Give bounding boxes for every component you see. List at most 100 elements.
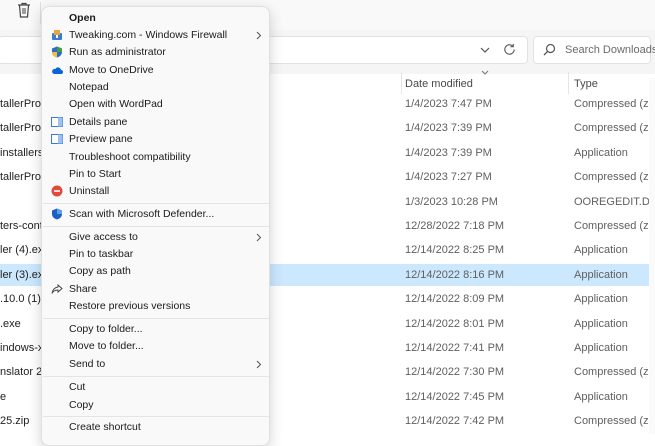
date-cell: 12/14/2022 7:41 PM [405,342,505,354]
type-cell: Application [574,293,628,306]
type-cell: Application [574,390,628,403]
menu-item-label: Troubleshoot compatibility [69,151,191,163]
menu-item-give-access-to[interactable]: Give access to [42,229,271,246]
column-divider[interactable] [401,72,402,94]
menu-item-troubleshoot-compatibility[interactable]: Troubleshoot compatibility [42,149,271,166]
menu-item-label: Run as administrator [69,46,166,58]
menu-item-label: Move to OneDrive [69,64,154,76]
details-pane-icon [51,117,63,127]
date-cell: 12/14/2022 8:25 PM [405,244,505,257]
menu-item-move-to-folder[interactable]: Move to folder... [42,338,271,355]
menu-item-run-as-administrator[interactable]: Run as administrator [42,44,271,61]
menu-item-label: Create shortcut [69,421,141,433]
preview-pane-icon [51,134,63,144]
menu-item-label: Copy to folder... [69,323,143,335]
type-cell: Application [574,244,628,257]
menu-item-pin-to-taskbar[interactable]: Pin to taskbar [42,246,271,263]
type-cell: Application [574,146,628,159]
refresh-icon[interactable] [502,42,517,57]
date-cell: 1/4/2023 7:39 PM [405,122,492,135]
context-menu: Open Tweaking.com - Windows Firewall Run… [41,6,270,446]
menu-item-label: Preview pane [69,133,133,145]
date-cell: 1/3/2023 10:28 PM [405,195,498,208]
type-cell: OOREGEDIT.Docu [574,195,655,208]
menu-item-details-pane[interactable]: Details pane [42,114,271,131]
onedrive-cloud-icon [52,67,63,74]
menu-item-label: Send to [69,358,106,370]
menu-separator [43,203,270,204]
date-cell: 1/4/2023 7:39 PM [405,146,492,159]
column-header-type[interactable]: Type [574,78,598,90]
menu-item-scan-with-defender[interactable]: Scan with Microsoft Defender... [42,206,271,223]
type-cell: Application [574,268,628,281]
menu-item-share[interactable]: Share [42,281,271,298]
menu-item-pin-to-start[interactable]: Pin to Start [42,166,271,183]
search-placeholder: Search Downloads [565,44,655,56]
sort-caret-icon [481,70,489,75]
date-cell: 1/4/2023 7:27 PM [405,171,492,184]
defender-shield-icon [52,208,62,220]
file-name-cell: .exe [0,317,21,330]
column-divider[interactable] [568,72,569,94]
menu-item-label: Open with WordPad [69,98,163,110]
menu-item-preview-pane[interactable]: Preview pane [42,131,271,148]
type-cell: Application [574,317,628,330]
menu-item-label: Share [69,283,98,295]
search-icon [543,43,556,56]
date-cell: 1/4/2023 7:47 PM [405,98,492,110]
file-name-cell: 25.zip [0,415,30,428]
menu-item-label: Pin to taskbar [69,248,134,260]
menu-item-open[interactable]: Open [42,10,271,27]
menu-item-label: Notepad [69,81,109,93]
menu-item-notepad[interactable]: Notepad [42,79,271,96]
scrollbar[interactable] [649,78,655,434]
chevron-right-icon [256,360,262,369]
uac-shield-icon [52,46,62,58]
menu-item-label: Move to folder... [69,340,144,352]
menu-item-label: Pin to Start [69,168,121,180]
menu-item-copy-to-folder[interactable]: Copy to folder... [42,321,271,338]
menu-item-copy-as-path[interactable]: Copy as path [42,263,271,280]
menu-item-label: Open [69,12,96,24]
menu-item-cut[interactable]: Cut [42,379,271,396]
type-cell: Compressed (zipp [574,171,655,184]
chevron-right-icon [256,233,262,242]
date-cell: 12/28/2022 7:18 PM [405,220,505,232]
menu-item-move-to-onedrive[interactable]: Move to OneDrive [42,62,271,79]
date-cell: 12/14/2022 8:01 PM [405,317,505,330]
share-icon [51,283,63,294]
file-name-cell: e [0,390,7,403]
chevron-down-icon[interactable] [478,43,492,57]
type-cell: Compressed (zipp [574,98,655,110]
menu-item-label: Scan with Microsoft Defender... [69,208,215,220]
menu-separator [43,416,270,417]
menu-item-label: Restore previous versions [69,300,191,312]
menu-item-label: Cut [69,381,86,393]
menu-item-send-to[interactable]: Send to [42,356,271,373]
menu-item-label: Give access to [69,231,138,243]
date-cell: 12/14/2022 7:42 PM [405,415,505,428]
type-cell: Application [574,342,628,354]
menu-item-copy[interactable]: Copy [42,397,271,414]
type-cell: Compressed (zipp [574,220,655,232]
firewall-icon [52,30,62,40]
date-cell: 12/14/2022 8:16 PM [405,268,505,281]
menu-item-windows-firewall[interactable]: Tweaking.com - Windows Firewall [42,27,271,44]
menu-item-open-with-wordpad[interactable]: Open with WordPad [42,96,271,113]
date-cell: 12/14/2022 8:09 PM [405,293,505,306]
menu-separator [43,318,270,319]
menu-item-label: Tweaking.com - Windows Firewall [69,29,228,41]
menu-item-label: Copy as path [69,265,131,277]
menu-item-label: Details pane [69,116,128,128]
menu-item-create-shortcut[interactable]: Create shortcut [42,419,271,436]
date-cell: 12/14/2022 7:30 PM [405,366,505,379]
menu-item-label: Uninstall [69,185,110,197]
type-cell: Compressed (zipp [574,122,655,135]
menu-item-uninstall[interactable]: Uninstall [42,183,271,200]
delete-icon[interactable] [17,2,31,18]
menu-separator [43,376,270,377]
chevron-right-icon [256,31,262,40]
menu-item-restore-previous-versions[interactable]: Restore previous versions [42,298,271,315]
column-header-date[interactable]: Date modified [405,78,473,90]
type-cell: Compressed (zipp [574,366,655,379]
